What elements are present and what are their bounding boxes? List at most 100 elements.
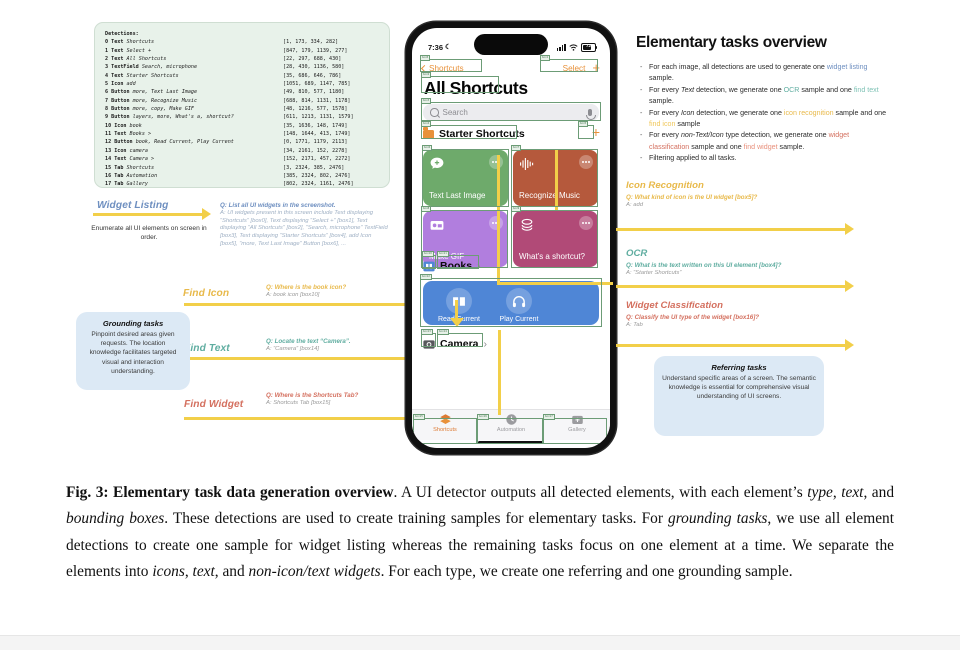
detection-row: 13 Icon camera [34, 2161, 152, 2278] [105, 147, 381, 155]
qa-find-widget-answer: A: Shortcuts Tab [box15] [266, 400, 331, 407]
signal-icon [556, 43, 566, 51]
detection-desc: 14 Text Camera > [105, 156, 155, 163]
phone-screen: 7:36 ☾ 72 Shortcuts Select + All Shortcu… [412, 28, 610, 448]
detection-bbox-label: box12 [420, 273, 432, 280]
detection-bbox-overlay [578, 125, 594, 139]
detection-bbox-overlay [420, 278, 602, 327]
qa-find-widget-question: Q: Where is the Shortcuts Tab? [266, 392, 359, 399]
caption-prefix: Fig. 3: Elementary task data generation … [66, 484, 394, 501]
arrowhead-widget-listing [202, 208, 211, 220]
ocr-title: OCR [626, 248, 648, 259]
detection-bbox-label: box14 [437, 328, 449, 335]
right-panel-title: Elementary tasks overview [636, 34, 827, 51]
detection-row: 5 Icon add [1051, 689, 1147, 785] [105, 80, 381, 88]
caption-i4: grounding tasks [668, 510, 768, 528]
detection-bbox-label: box17 [543, 413, 555, 420]
icon-recognition-question: Q: What kind of icon is the UI widget [b… [626, 194, 758, 201]
detection-desc: 13 Icon camera [105, 147, 148, 154]
qa-widget-listing: Q: List all UI widgets in the screenshot… [220, 202, 388, 248]
icon-recognition-title: Icon Recognition [626, 180, 704, 191]
figure-caption: Fig. 3: Elementary task data generation … [66, 480, 894, 585]
overview-bullet: For every non-Text/Icon type detection, … [649, 130, 890, 153]
detection-bbox-overlay [413, 418, 477, 444]
caption-rest-8: . For each type, we create one referring… [380, 562, 793, 580]
detection-bbox-label: box10 [422, 250, 434, 257]
task-title-widget-listing: Widget Listing [97, 200, 169, 211]
detection-bbox: [148, 1644, 413, 1749] [283, 131, 351, 138]
detection-bbox-label: box0 [420, 54, 431, 61]
detection-row: 6 Button more, Text Last Image [49, 810, … [105, 88, 381, 96]
detection-bbox: [48, 1216, 577, 1578] [283, 106, 348, 113]
ocr-answer: A: “Starter Shortcuts” [626, 270, 682, 277]
detection-bbox: [3, 2324, 385, 2476] [283, 164, 345, 171]
detection-bbox-label: box2 [421, 71, 432, 78]
detection-bbox-overlay [540, 59, 598, 72]
arrow-widget-classification [616, 344, 846, 347]
ocr-question: Q: What is the text written on this UI e… [626, 262, 782, 269]
arrowhead-icon-recognition [845, 223, 854, 235]
detection-bbox: [611, 1213, 1131, 1579] [283, 114, 354, 121]
detection-row: 3 TextField Search, microphone [28, 430, … [105, 63, 381, 71]
detection-row: 4 Text Starter Shortcuts [35, 686, 646, 7… [105, 72, 381, 80]
qa-find-icon: Q: Where is the book icon? A: book icon … [266, 284, 406, 300]
detection-bbox-overlay [421, 102, 601, 121]
detection-desc: 2 Text All Shortcuts [105, 56, 167, 63]
widget-classification-title: Widget Classification [626, 300, 723, 311]
detection-row: 15 Tab Shortcuts [3, 2324, 385, 2476] [105, 164, 381, 172]
arrow-icon-recognition [616, 228, 846, 231]
qa-find-text-answer: A: “Camera” [box14] [266, 346, 320, 353]
widget-classification-question: Q: Classify the UI type of the widget [b… [626, 314, 760, 321]
moon-icon: ☾ [445, 44, 452, 51]
overview-bullet: For every Text detection, we generate on… [649, 85, 890, 108]
phone-mockup: 7:36 ☾ 72 Shortcuts Select + All Shortcu… [406, 22, 616, 454]
phone-notch [474, 34, 548, 55]
detection-bbox: [152, 2171, 457, 2272] [283, 156, 351, 163]
caption-i2: text [841, 484, 864, 501]
detection-desc: 16 Tab Automation [105, 172, 158, 179]
arrow-find-icon [184, 303, 406, 306]
detection-bbox: [385, 2324, 802, 2476] [283, 172, 351, 179]
task-title-find-icon: Find Icon [183, 288, 230, 299]
overview-bullets: For each image, all detections are used … [640, 62, 890, 165]
detection-bbox-overlay [420, 59, 482, 72]
qa-find-widget: Q: Where is the Shortcuts Tab? A: Shortc… [266, 392, 412, 408]
caption-i1: type [807, 484, 833, 501]
arrowhead-widget-classification [845, 339, 854, 351]
detection-row: 2 Text All Shortcuts [22, 297, 688, 430] [105, 55, 381, 63]
detection-desc: 12 Button book, Read Current, Play Curre… [105, 139, 234, 146]
chevron-right-icon-camera: › [483, 338, 488, 350]
connector-vertical-widget [498, 330, 501, 415]
status-time: 7:36 [428, 42, 444, 52]
detection-desc: 0 Text Shortcuts [105, 39, 155, 46]
grounding-tasks-body: Pinpoint desired areas given requests. T… [89, 331, 177, 375]
detection-bbox-label: box6 [422, 144, 433, 151]
detections-title: Detections: [105, 31, 139, 37]
qa-widget-listing-answer: A: UI widgets present in this screen inc… [220, 210, 388, 247]
detection-desc: 10 Icon book [105, 122, 142, 129]
detection-bbox: [28, 430, 1136, 580] [283, 64, 345, 71]
detection-row: 16 Tab Automation [385, 2324, 802, 2476] [105, 172, 381, 180]
overview-bullet: For each image, all detections are used … [649, 62, 890, 85]
detection-row: 17 Tab Gallery [802, 2324, 1161, 2476] [105, 180, 381, 188]
detection-bbox-label: box13 [421, 328, 433, 335]
detection-bbox: [35, 1636, 148, 1749] [283, 122, 348, 129]
figure-page: Detections: 0 Text Shortcuts [1, 173, 334… [0, 0, 960, 650]
caption-rest-2: , [832, 484, 842, 501]
caption-rest-1: . A UI detector outputs all detected ele… [393, 484, 808, 501]
detection-desc: 8 Button more, copy, Make GIF [105, 106, 194, 113]
detection-bbox-label: box7 [511, 144, 522, 151]
detection-desc: 3 TextField Search, microphone [105, 64, 198, 71]
detection-bbox: [1, 173, 334, 282] [283, 39, 339, 46]
overview-bullet: Filtering applied to all tasks. [649, 153, 890, 164]
detection-desc: 17 Tab Gallery [105, 181, 148, 188]
detection-bbox: [1051, 689, 1147, 785] [283, 81, 351, 88]
detection-bbox-overlay [422, 255, 436, 269]
detection-row: 0 Text Shortcuts [1, 173, 334, 282] [105, 38, 381, 46]
arrowhead-ocr [845, 280, 854, 292]
detection-bbox-label: box4 [421, 120, 432, 127]
qa-find-text: Q: Locate the text “Camera”. A: “Camera”… [266, 338, 408, 354]
qa-widget-listing-question: Q: List all UI widgets in the screenshot… [220, 202, 336, 209]
caption-rest-4: . These detections are used to create tr… [164, 510, 669, 528]
detection-row: 9 Button layers, more, What's a, shortcu… [105, 113, 381, 121]
detection-bbox-overlay [422, 149, 509, 207]
